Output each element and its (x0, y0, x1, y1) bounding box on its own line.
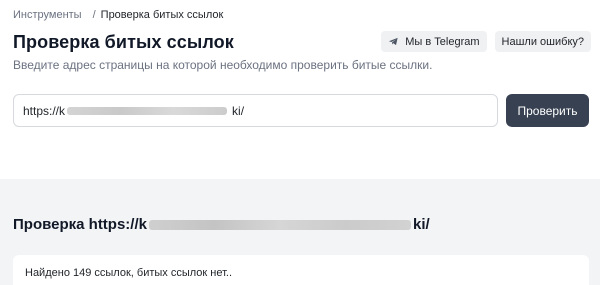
redacted-url-segment (148, 219, 411, 230)
page-title: Проверка битых ссылок (13, 32, 234, 52)
telegram-plane-icon (389, 37, 398, 46)
top-actions: Мы в Telegram Нашли ошибку? (381, 31, 591, 52)
url-input-suffix: ki/ (232, 103, 245, 118)
results-title-suffix: ki/ (412, 216, 430, 233)
telegram-button[interactable]: Мы в Telegram (381, 31, 487, 52)
url-input[interactable]: https://k ki/ (13, 94, 498, 127)
results-title: Проверка https://k ki/ (13, 216, 430, 233)
results-section: Проверка https://k ki/ Найдено 149 ссыло… (0, 179, 600, 285)
results-summary: Найдено 149 ссылок, битых ссылок нет.. (25, 267, 233, 279)
results-summary-card: Найдено 149 ссылок, битых ссылок нет.. (13, 255, 589, 285)
report-error-button[interactable]: Нашли ошибку? (494, 31, 591, 52)
redacted-url-segment (67, 106, 228, 115)
report-error-label: Нашли ошибку? (501, 35, 584, 48)
breadcrumb-current: Проверка битых ссылок (100, 9, 224, 21)
breadcrumb-link-tools[interactable]: Инструменты (13, 9, 82, 21)
breadcrumb-separator: / (92, 9, 96, 21)
url-input-prefix: https://k (23, 103, 66, 118)
check-button[interactable]: Проверить (506, 94, 589, 127)
telegram-button-label: Мы в Telegram (405, 35, 480, 48)
page-subtitle: Введите адрес страницы на которой необхо… (13, 58, 433, 72)
results-title-prefix: Проверка https://k (13, 216, 147, 233)
breadcrumb: Инструменты / Проверка битых ссылок (13, 9, 223, 21)
